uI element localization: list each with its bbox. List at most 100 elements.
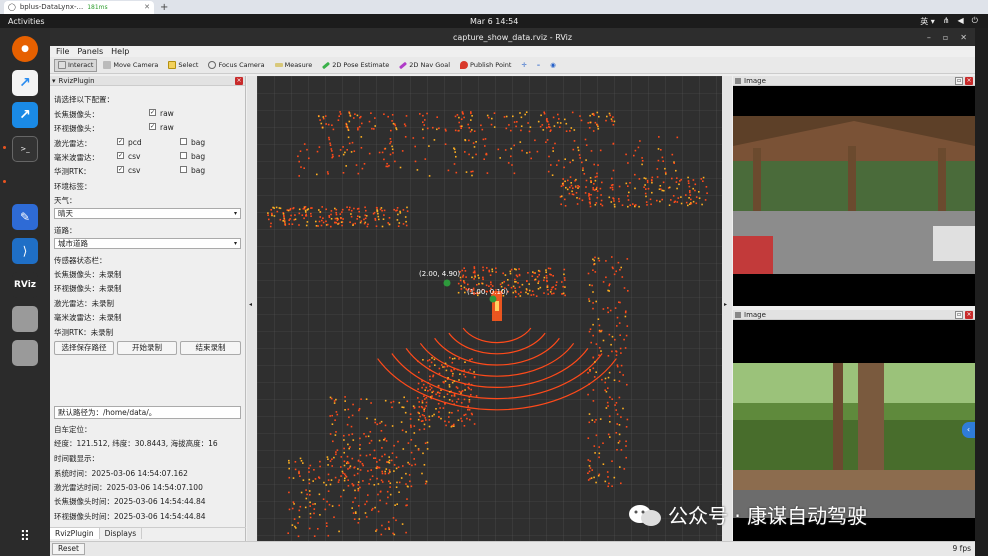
point [467,283,469,286]
checkbox-rtk-csv[interactable]: ✓ [117,166,124,173]
stop-recording-button[interactable]: 结束录制 [180,341,241,355]
power-icon[interactable]: ⏻ [972,16,978,27]
tool-measure[interactable]: Measure [271,59,317,72]
point [390,401,392,404]
point [491,285,494,287]
point [329,142,331,145]
choose-path-button[interactable]: 选择保存路径 [54,341,114,355]
point [431,357,433,359]
point [569,130,571,132]
point [579,157,581,159]
collapse-icon[interactable]: ▾ [52,77,56,85]
app2-icon[interactable]: ↗ [12,102,38,128]
reset-button[interactable]: Reset [52,543,85,555]
checkbox-lidar-pcd[interactable]: ✓ [117,138,124,145]
point [437,391,439,394]
close-window-icon[interactable]: ✕ [960,33,967,42]
volume-icon[interactable]: ◀ [958,16,964,27]
new-tab-icon[interactable]: + [160,2,168,13]
drive-icon[interactable] [12,306,38,332]
close-panel-icon[interactable]: × [235,76,243,85]
maximize-icon[interactable]: ▫ [943,33,948,42]
tool-interact[interactable]: Interact [54,58,98,72]
tool-focus-camera[interactable]: Focus Camera [204,59,268,72]
menu-help[interactable]: Help [111,47,129,56]
close-tab-icon[interactable]: ✕ [144,3,150,11]
point [463,282,466,284]
point [334,217,337,220]
point [403,396,405,399]
tool-nav-goal[interactable]: 2D Nav Goal [395,59,454,72]
tab-displays[interactable]: Displays [100,528,143,539]
checkbox-surround-raw[interactable]: ✓ [149,123,156,130]
point [461,111,464,113]
point [397,213,399,216]
start-recording-button[interactable]: 开始录制 [117,341,177,355]
rviz-icon[interactable]: RViz [12,272,38,298]
point [383,439,385,441]
point [542,129,545,131]
terminal-icon[interactable]: >_ [12,136,38,162]
add-tool-button[interactable]: ✛ [517,59,530,72]
vscode-icon[interactable]: ⟩ [12,238,38,264]
point [347,443,349,446]
checkbox-lidar-bag[interactable] [180,138,187,145]
browser-tab[interactable]: ◯ bplus-DataLynx-... 181ms ✕ [4,0,154,14]
point [401,150,404,152]
point [316,150,319,153]
point [270,222,272,225]
menu-file[interactable]: File [56,47,69,56]
point [397,466,400,468]
checkbox-telephoto-raw[interactable]: ✓ [149,109,156,116]
tool-properties-button[interactable]: ◉ [546,59,560,72]
side-expand-button[interactable]: ‹ [962,422,975,438]
point [345,165,347,167]
close-panel-icon[interactable]: × [965,76,973,85]
point [340,466,342,468]
tab-rviz-plugin[interactable]: RvizPlugin [50,528,100,539]
point [391,145,393,148]
point [514,287,516,289]
checkbox-radar-csv[interactable]: ✓ [117,152,124,159]
point [604,381,606,384]
point [626,383,628,386]
3d-view[interactable]: (2.00, 4.90) (1.00, 0.10) [257,76,722,541]
point [370,402,372,404]
road-select[interactable]: 城市道路 ▾ [54,238,241,249]
point [402,223,405,225]
panel-header: ▾ RvizPlugin × [50,76,245,86]
weather-select[interactable]: 晴天 ▾ [54,208,241,219]
clock[interactable]: Mar 6 14:54 [470,17,518,26]
point [438,372,441,375]
point [597,257,600,260]
input-method-indicator[interactable]: 英 ▾ [920,16,935,27]
activities-button[interactable]: Activities [8,17,45,26]
left-splitter[interactable]: ◂ [247,76,257,541]
undock-icon[interactable]: ▫ [955,311,963,319]
tool-move-camera[interactable]: Move Camera [99,59,162,72]
app-icon[interactable]: ↗ [12,70,38,96]
tool-publish-point[interactable]: Publish Point [456,59,515,72]
tool-select[interactable]: Select [164,59,202,72]
tool-pose-estimate[interactable]: 2D Pose Estimate [318,59,393,72]
drive2-icon[interactable] [12,340,38,366]
firefox-icon[interactable]: ● [12,36,38,62]
minimize-icon[interactable]: – [927,33,931,42]
checkbox-radar-bag[interactable] [180,152,187,159]
point [331,465,333,467]
undock-icon[interactable]: ▫ [955,77,963,85]
menu-panels[interactable]: Panels [77,47,103,56]
point [385,502,388,505]
close-panel-icon[interactable]: × [965,310,973,319]
point [448,399,451,401]
point [513,144,515,147]
remove-tool-button[interactable]: – [533,59,544,72]
point [471,276,473,279]
point [564,180,566,183]
checkbox-rtk-bag[interactable] [180,166,187,173]
point [468,153,470,156]
editor-icon[interactable]: ✎ [12,204,38,230]
network-icon[interactable]: ⋔ [943,16,950,27]
show-apps-icon[interactable]: ⠿ [12,524,38,550]
right-splitter[interactable]: ▸ [722,76,732,541]
